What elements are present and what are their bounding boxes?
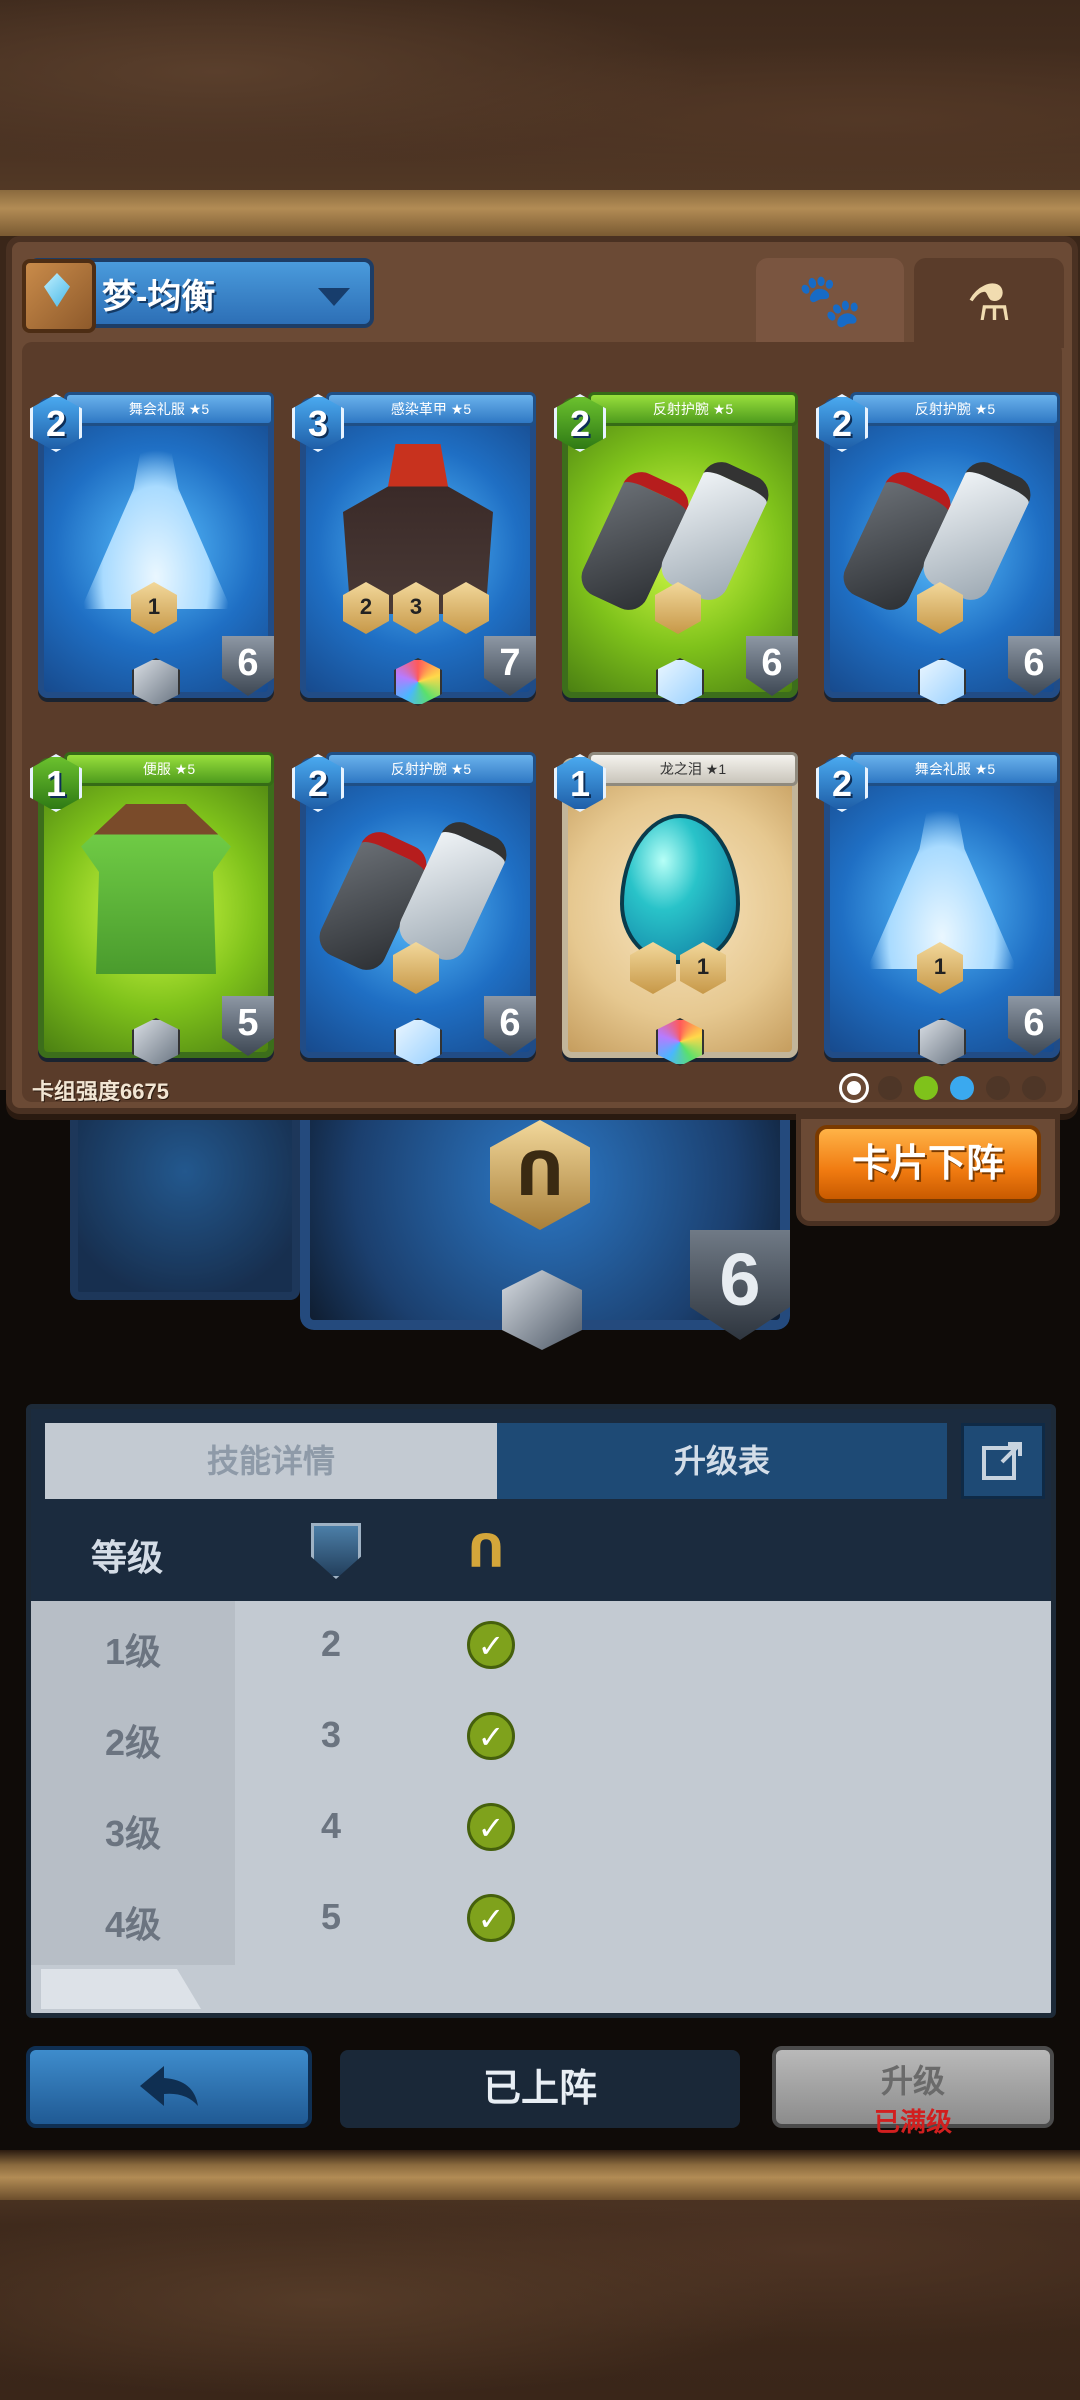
back-button[interactable]: [26, 2046, 312, 2128]
filter-pager: [842, 1076, 1046, 1100]
upgrade-button[interactable]: 升级 已满级: [772, 2046, 1054, 2137]
bind-icon: ᑎ: [467, 1525, 505, 1577]
check-icon: ✓: [467, 1803, 515, 1851]
check-icon: ✓: [467, 1621, 515, 1669]
bracers-icon: [600, 454, 760, 604]
card-title: 反射护腕 ★5: [326, 752, 536, 786]
upgrade-table-rows: 1级 2 ✓ 2级 3 ✓ 3级 4 ✓ 4级 5 ✓: [31, 1601, 1051, 1965]
bracers-icon: [862, 454, 1022, 604]
tunic-icon: [81, 804, 231, 974]
filter-nature-icon[interactable]: [914, 1076, 938, 1100]
filter-fire-icon[interactable]: [1022, 1076, 1046, 1100]
card-title: 反射护腕 ★5: [850, 392, 1060, 426]
deck-card[interactable]: 反射护腕 ★5 2 6: [816, 392, 1060, 706]
deck-card[interactable]: 感染革甲 ★5 3 2 3 7: [292, 392, 536, 706]
external-link-button[interactable]: [961, 1423, 1045, 1499]
scroll-handle[interactable]: [41, 1969, 201, 2009]
detail-tabs: 技能详情 升级表: [31, 1409, 1051, 1505]
card-level: 6: [1008, 636, 1060, 696]
egg-icon: [620, 814, 740, 964]
book-icon: [22, 259, 96, 333]
shield-icon: [311, 1523, 361, 1579]
potion-icon: ⚗: [966, 275, 1012, 331]
unequip-container: 卡片下阵: [796, 1114, 1060, 1226]
card-title: 舞会礼服 ★5: [850, 752, 1060, 786]
deck-panel: 梦-均衡 🐾 ⚗ 卡组强度6675 舞会礼服 ★5 2 1 6 感染革甲 ★5 3 2 3 7 反…: [6, 236, 1078, 1114]
row-value: 5: [320, 1896, 342, 1937]
deck-card[interactable]: 龙之泪 ★1 1 1: [554, 752, 798, 1066]
row-value: 2: [320, 1623, 342, 1664]
bracers-icon: [338, 814, 498, 964]
deck-name: 梦-均衡: [102, 277, 216, 316]
filter-all[interactable]: [842, 1076, 866, 1100]
filter-beast-icon[interactable]: [986, 1076, 1010, 1100]
card-title: 舞会礼服 ★5: [64, 392, 274, 426]
row-level: 4级: [104, 1904, 162, 1945]
deck-card[interactable]: 舞会礼服 ★5 2 1 6: [30, 392, 274, 706]
deck-card[interactable]: 反射护腕 ★5 2 6: [292, 752, 536, 1066]
row-level: 3级: [104, 1813, 162, 1854]
card-level: 6: [1008, 996, 1060, 1056]
card-title: 龙之泪 ★1: [588, 752, 798, 786]
tab-upgrade-table[interactable]: 升级表: [497, 1423, 947, 1499]
upgrade-table-header: 等级 ᑎ: [31, 1505, 1051, 1601]
equipped-status-button[interactable]: 已上阵: [340, 2050, 740, 2128]
preview-card-secondary: [70, 1120, 300, 1300]
upgrade-label: 升级: [880, 2063, 945, 2099]
card-level: 7: [484, 636, 536, 696]
row-value: 3: [320, 1714, 342, 1755]
tab-potion[interactable]: ⚗: [914, 258, 1064, 348]
table-row: 2级 3 ✓: [31, 1692, 1051, 1783]
filter-water-icon[interactable]: [950, 1076, 974, 1100]
row-value: 4: [320, 1805, 342, 1846]
check-icon: ✓: [467, 1712, 515, 1760]
check-icon: ✓: [467, 1894, 515, 1942]
card-title: 反射护腕 ★5: [588, 392, 798, 426]
card-title: 便服 ★5: [64, 752, 274, 786]
background-top: [0, 0, 1080, 240]
card-level: 6: [222, 636, 274, 696]
paw-icon: 🐾: [797, 271, 863, 330]
chevron-down-icon: [318, 288, 350, 306]
table-row: 1级 2 ✓: [31, 1601, 1051, 1692]
deck-power: 卡组强度6675: [32, 1079, 169, 1104]
deck-card[interactable]: 反射护腕 ★5 2 6: [554, 392, 798, 706]
unequip-button[interactable]: 卡片下阵: [815, 1125, 1041, 1203]
detail-panel: 技能详情 升级表 等级 ᑎ 1级 2 ✓ 2级 3 ✓ 3级 4 ✓ 4级 5 …: [26, 1404, 1056, 2018]
upgrade-status: 已满级: [873, 2107, 952, 2137]
back-arrow-icon: [140, 2066, 198, 2106]
deck-card[interactable]: 便服 ★5 1 5: [30, 752, 274, 1066]
card-art: [598, 804, 762, 974]
card-level: 6: [484, 996, 536, 1056]
card-level: 6: [746, 636, 798, 696]
background-bottom: [0, 2150, 1080, 2400]
external-link-icon: [982, 1442, 1022, 1480]
deck-card[interactable]: 舞会礼服 ★5 2 1 6: [816, 752, 1060, 1066]
table-row: 4级 5 ✓: [31, 1874, 1051, 1965]
deck-selector[interactable]: 梦-均衡: [22, 258, 374, 333]
card-level: 5: [222, 996, 274, 1056]
card-title: 感染革甲 ★5: [326, 392, 536, 426]
tab-pet[interactable]: 🐾: [756, 258, 904, 342]
tab-skill-details[interactable]: 技能详情: [45, 1423, 497, 1499]
column-level-label: 等级: [91, 1537, 164, 1578]
card-art: [74, 804, 238, 974]
filter-dark-icon[interactable]: [878, 1076, 902, 1100]
row-level: 2级: [104, 1722, 162, 1763]
table-row: 3级 4 ✓: [31, 1783, 1051, 1874]
row-level: 1级: [104, 1631, 162, 1672]
